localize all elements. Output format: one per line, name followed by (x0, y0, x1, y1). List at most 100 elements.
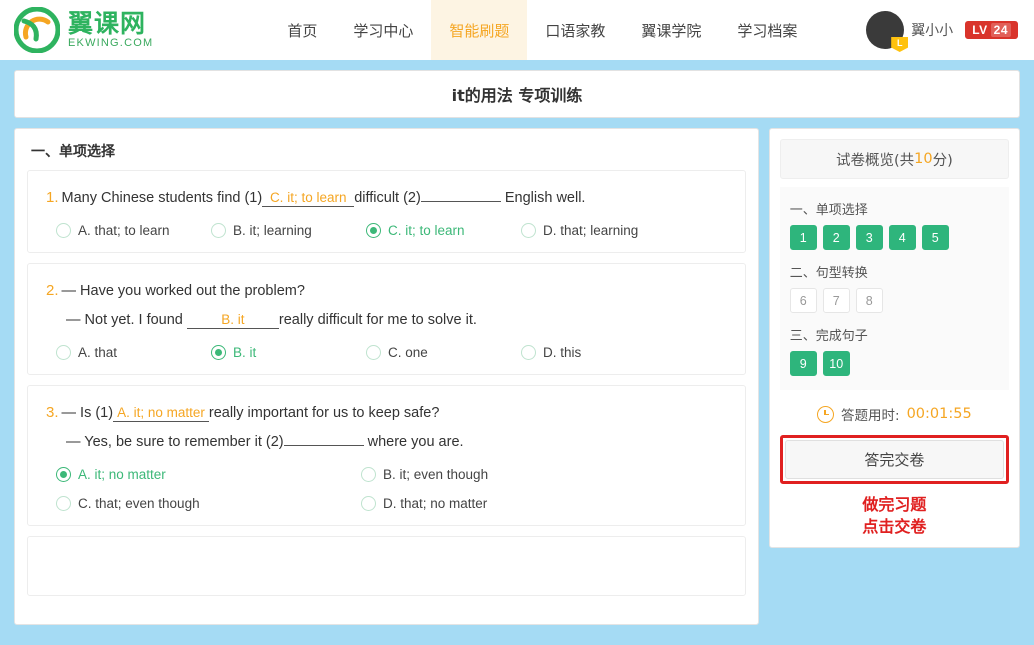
option-list: A. that B. it C. one D. this (46, 345, 727, 360)
question-card: 1.Many Chinese students find (1)C. it; t… (27, 170, 746, 253)
answer-option-label: B. it (233, 345, 256, 360)
question-number-button-answered[interactable]: 9 (790, 351, 817, 376)
ekwing-logo-icon (14, 7, 60, 53)
filled-answer-blank[interactable]: A. it; no matter (113, 406, 209, 422)
question-navigator: 一、单项选择12345二、句型转换678三、完成句子910 (780, 187, 1009, 390)
answer-option[interactable]: A. that (56, 345, 211, 360)
answer-option[interactable]: B. it; learning (211, 223, 366, 238)
answer-option-selected[interactable]: A. it; no matter (56, 467, 361, 482)
section-heading: 一、单项选择 (27, 139, 746, 170)
question-number-buttons: 678 (790, 288, 999, 313)
user-area: L 翼小小 LV 24 (866, 11, 1018, 49)
timer-value: 00:01:55 (907, 406, 972, 422)
question-text: really important for us to keep safe? (209, 405, 440, 421)
question-number-button-answered[interactable]: 3 (856, 225, 883, 250)
answer-option[interactable]: B. it; even though (361, 467, 666, 482)
filled-answer-blank[interactable]: B. it (187, 313, 279, 329)
question-text-line: 2.— Have you worked out the problem? (46, 279, 727, 302)
radio-unchecked-icon[interactable] (211, 223, 226, 238)
radio-unchecked-icon[interactable] (521, 345, 536, 360)
nav-item-oral-tutor[interactable]: 口语家教 (527, 0, 623, 60)
answer-option[interactable]: D. that; no matter (361, 496, 666, 511)
exam-sidebar: 试卷概览(共10分) 一、单项选择12345二、句型转换678三、完成句子910… (769, 128, 1020, 548)
question-group: 三、完成句子910 (790, 325, 999, 376)
exam-paper-panel: 一、单项选择 1.Many Chinese students find (1)C… (14, 128, 759, 625)
main-nav-items: 首页 学习中心 智能刷题 口语家教 翼课学院 学习档案 (269, 0, 815, 60)
avatar-level-flag-icon: L (891, 37, 908, 52)
answer-option[interactable]: A. that; to learn (56, 223, 211, 238)
question-number-button-unanswered[interactable]: 7 (823, 288, 850, 313)
empty-answer-blank[interactable] (284, 445, 364, 446)
answer-option-label: B. it; learning (233, 223, 312, 238)
question-text: — Yes, be sure to remember it (2) (66, 434, 284, 450)
nav-item-study-center[interactable]: 学习中心 (335, 0, 431, 60)
top-navigation-bar: 翼课网 EKWING.COM 首页 学习中心 智能刷题 口语家教 翼课学院 学习… (0, 0, 1034, 60)
radio-unchecked-icon[interactable] (366, 345, 381, 360)
radio-unchecked-icon[interactable] (361, 496, 376, 511)
answer-option[interactable]: D. this (521, 345, 676, 360)
timer-label: 答题用时: (841, 404, 900, 424)
radio-unchecked-icon[interactable] (361, 467, 376, 482)
radio-checked-icon[interactable] (211, 345, 226, 360)
radio-unchecked-icon[interactable] (56, 223, 71, 238)
empty-answer-blank[interactable] (421, 201, 501, 202)
avatar[interactable]: L (866, 11, 904, 49)
content-columns: 一、单项选择 1.Many Chinese students find (1)C… (14, 128, 1020, 625)
question-group-list: 一、单项选择12345二、句型转换678三、完成句子910 (790, 199, 999, 376)
filled-answer-blank[interactable]: C. it; to learn (262, 191, 354, 207)
question-text: — Not yet. I found (66, 312, 187, 328)
question-number-button-answered[interactable]: 5 (922, 225, 949, 250)
answer-option-label: C. that; even though (78, 496, 200, 511)
clock-icon (817, 406, 834, 423)
level-badge-label: LV (972, 23, 987, 37)
radio-checked-icon[interactable] (366, 223, 381, 238)
answer-option-label: B. it; even though (383, 467, 488, 482)
answer-option-selected[interactable]: B. it (211, 345, 366, 360)
question-text: Many Chinese students find (1) (62, 190, 263, 206)
question-text: — Have you worked out the problem? (62, 283, 305, 299)
nav-item-study-archive[interactable]: 学习档案 (719, 0, 815, 60)
question-text: really difficult for me to solve it. (279, 312, 477, 328)
answer-option[interactable]: D. that; learning (521, 223, 676, 238)
answer-option-selected[interactable]: C. it; to learn (366, 223, 521, 238)
question-text-line: 3.— Is (1)A. it; no matterreally importa… (46, 401, 727, 424)
nav-item-home[interactable]: 首页 (269, 0, 335, 60)
answer-option-label: C. one (388, 345, 428, 360)
overview-suffix: 分) (933, 149, 953, 170)
answer-option[interactable]: C. one (366, 345, 521, 360)
question-text: where you are. (364, 434, 464, 450)
note-line-2: 点击交卷 (780, 516, 1009, 538)
answer-option-label: D. this (543, 345, 581, 360)
nav-item-ekwing-academy[interactable]: 翼课学院 (623, 0, 719, 60)
question-number-button-answered[interactable]: 10 (823, 351, 850, 376)
question-text-line: 1.Many Chinese students find (1)C. it; t… (46, 186, 727, 209)
overview-total-score: 10 (914, 151, 932, 167)
answer-option-label: A. it; no matter (78, 467, 166, 482)
question-number-button-answered[interactable]: 1 (790, 225, 817, 250)
question-number: 2. (46, 282, 59, 299)
submit-exam-button[interactable]: 答完交卷 (785, 440, 1004, 479)
page-body: it的用法 专项训练 一、单项选择 1.Many Chinese student… (0, 60, 1034, 625)
submit-highlight-annotation: 答完交卷 (780, 435, 1009, 484)
question-text: English well. (501, 190, 586, 206)
logo-english-text: EKWING.COM (68, 38, 153, 49)
logo-chinese-text: 翼课网 (68, 11, 153, 36)
question-number-button-unanswered[interactable]: 6 (790, 288, 817, 313)
question-number-button-answered[interactable]: 4 (889, 225, 916, 250)
nav-item-smart-practice[interactable]: 智能刷题 (431, 0, 527, 60)
question-number-button-answered[interactable]: 2 (823, 225, 850, 250)
question-card: 2.— Have you worked out the problem? — No… (27, 263, 746, 375)
paper-overview-header: 试卷概览(共10分) (780, 139, 1009, 179)
radio-checked-icon[interactable] (56, 467, 71, 482)
question-number-button-unanswered[interactable]: 8 (856, 288, 883, 313)
question-number: 1. (46, 189, 59, 206)
question-group: 二、句型转换678 (790, 262, 999, 313)
answer-option-label: D. that; no matter (383, 496, 487, 511)
radio-unchecked-icon[interactable] (521, 223, 536, 238)
option-list: A. it; no matter B. it; even though C. tha… (46, 467, 666, 511)
radio-unchecked-icon[interactable] (56, 496, 71, 511)
answer-option[interactable]: C. that; even though (56, 496, 361, 511)
user-name[interactable]: 翼小小 (911, 20, 953, 40)
radio-unchecked-icon[interactable] (56, 345, 71, 360)
site-logo[interactable]: 翼课网 EKWING.COM (14, 7, 153, 53)
